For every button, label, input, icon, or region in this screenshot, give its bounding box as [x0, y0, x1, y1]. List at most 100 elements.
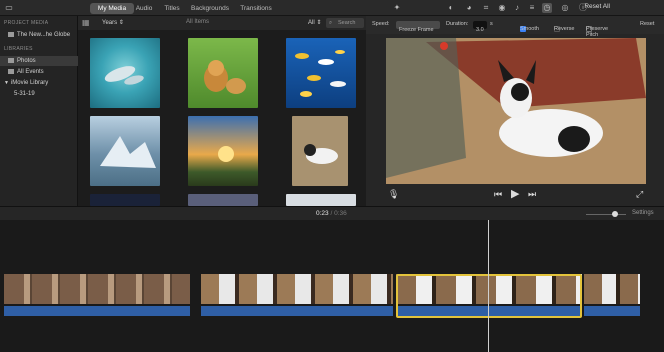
grid-toggle-icon[interactable]: ▦ [82, 18, 90, 27]
equalizer-icon[interactable]: ≡ [527, 3, 537, 13]
search-icon: ⌕ [329, 20, 333, 26]
glacier-icon [100, 136, 156, 168]
sidebar-item-imovie-library[interactable]: ▼ iMovie Library [0, 78, 78, 88]
years-dropdown[interactable]: Years ⇕ [102, 19, 124, 26]
tab-transitions[interactable]: Transitions [238, 3, 274, 14]
duration-field[interactable]: 3.0 [473, 21, 487, 33]
sun-icon [218, 146, 234, 162]
skip-back-icon[interactable]: ⏮ [494, 189, 502, 200]
zoom-slider-knob[interactable] [612, 211, 618, 217]
tab-my-media[interactable]: My Media [90, 3, 134, 14]
audio-waveform [4, 306, 190, 316]
speed-label: Speed: [372, 21, 390, 27]
disclosure-triangle-icon[interactable]: ▼ [4, 80, 9, 86]
media-browser: ▦ Years ⇕ All Items All ⇕ ⌕ Search [78, 16, 366, 206]
reverse-label: Reverse [554, 26, 575, 32]
photo-thumbnail-dog[interactable] [292, 116, 348, 186]
sidebar-item-label: iMovie Library [10, 80, 49, 86]
current-time: 0:23 [316, 210, 329, 217]
search-input[interactable]: ⌕ Search [326, 18, 364, 28]
sidebar-item-label: 5-31-19 [14, 91, 35, 97]
sidebar-item-label: The New...he Globe [17, 32, 71, 38]
browser-toolbar: ▦ Years ⇕ All Items All ⇕ ⌕ Search [78, 16, 366, 30]
tab-audio[interactable]: Audio [134, 3, 154, 14]
photo-thumbnail-lions[interactable] [188, 38, 258, 108]
crop-icon[interactable]: ⌗ [481, 3, 491, 13]
noise-reduction-icon[interactable]: ◎ [560, 3, 570, 13]
speed-icon[interactable]: ◷ [542, 3, 552, 13]
timeline-clip-2[interactable] [201, 274, 393, 316]
all-items-filter[interactable]: All Items [186, 19, 209, 25]
stabilization-icon[interactable]: ◉ [497, 3, 507, 13]
color-balance-icon[interactable]: ◐ [446, 3, 456, 13]
time-separator: / [330, 210, 333, 217]
timeline-clip-4[interactable] [584, 274, 640, 316]
photo-thumbnail-row3-2[interactable] [188, 194, 258, 206]
sidebar: PROJECT MEDIA The New...he Globe LIBRARI… [0, 16, 78, 206]
viewer-panel: Speed: Freeze Frame Duration: 3.0 s Smoo… [366, 16, 664, 206]
video-frame-dog [386, 38, 646, 184]
duration-value: 3.0 [476, 27, 484, 33]
filter-label: All [308, 20, 315, 26]
duration-label: Duration: [446, 21, 469, 27]
magic-wand-icon[interactable]: ✦ [392, 3, 402, 13]
search-placeholder: Search [338, 20, 356, 26]
photo-thumbnail-sunset[interactable] [188, 116, 258, 186]
photo-thumbnail-row3-3[interactable] [286, 194, 356, 206]
sidebar-toggle-icon[interactable]: ▭ [4, 3, 14, 13]
skip-forward-icon[interactable]: ⏭ [528, 189, 536, 200]
total-time: 0:36 [334, 210, 347, 217]
timeline-header: 0:23 / 0:36 Settings [0, 206, 664, 220]
audio-waveform [584, 306, 640, 316]
speed-controls-bar: Speed: Freeze Frame Duration: 3.0 s Smoo… [366, 16, 664, 38]
clip-frames [584, 274, 640, 304]
settings-button[interactable]: Settings [632, 210, 654, 216]
photo-thumbnail-fish[interactable] [286, 38, 356, 108]
chevron-updown-icon: ⇕ [118, 20, 124, 26]
dolphin-icon [104, 66, 144, 85]
playhead[interactable] [488, 220, 489, 352]
events-icon [8, 68, 14, 74]
video-preview [386, 38, 646, 184]
duration-unit: s [490, 21, 493, 27]
timecode-display: 0:23 / 0:36 [316, 210, 347, 217]
sidebar-item-project[interactable]: The New...he Globe [0, 30, 78, 40]
photo-thumbnail-dolphins[interactable] [90, 38, 160, 108]
sidebar-item-label: Photos [17, 58, 36, 64]
sidebar-item-label: All Events [17, 69, 44, 75]
volume-icon[interactable]: ♪ [512, 3, 522, 13]
zoom-slider-track[interactable] [586, 214, 626, 215]
smooth-label: Smooth [520, 26, 539, 32]
top-toolbar: ▭ My Media Audio Titles Backgrounds Tran… [0, 0, 664, 16]
filter-dropdown[interactable]: All ⇕ [308, 19, 321, 26]
photo-thumbnail-glacier[interactable] [90, 116, 160, 186]
reset-button[interactable]: Reset [640, 21, 654, 27]
preserve-pitch-label: Preserve Pitch [586, 26, 609, 38]
photo-thumbnail-row3-1[interactable] [90, 194, 160, 206]
tab-backgrounds[interactable]: Backgrounds [190, 3, 230, 14]
audio-waveform [201, 306, 393, 316]
reset-all-button[interactable]: Reset All [584, 3, 610, 10]
sidebar-item-all-events[interactable]: All Events [0, 67, 78, 77]
dog-icon [304, 144, 338, 164]
photos-icon [8, 57, 14, 63]
speed-dropdown[interactable]: Freeze Frame [396, 21, 440, 33]
clip-frames [201, 274, 393, 304]
years-label: Years [102, 20, 118, 26]
sidebar-item-photos[interactable]: Photos [0, 56, 78, 66]
play-icon[interactable]: ▶ [511, 187, 519, 200]
project-media-heading: PROJECT MEDIA [4, 20, 49, 26]
lion-icon [204, 60, 246, 94]
libraries-heading: LIBRARIES [4, 46, 33, 52]
timeline-clip-1[interactable] [4, 274, 190, 316]
color-correction-icon[interactable]: ◕ [464, 3, 474, 13]
tab-titles[interactable]: Titles [160, 3, 184, 14]
microphone-icon[interactable]: 🎙 [388, 189, 399, 200]
selected-clip-highlight [396, 274, 582, 318]
fullscreen-icon[interactable]: ⤢ [636, 189, 643, 200]
speed-value: Freeze Frame [399, 27, 434, 33]
film-icon [8, 31, 14, 37]
clip-frames [4, 274, 190, 304]
fish-icon [295, 50, 346, 97]
sidebar-item-event-date[interactable]: 5-31-19 [0, 89, 78, 99]
